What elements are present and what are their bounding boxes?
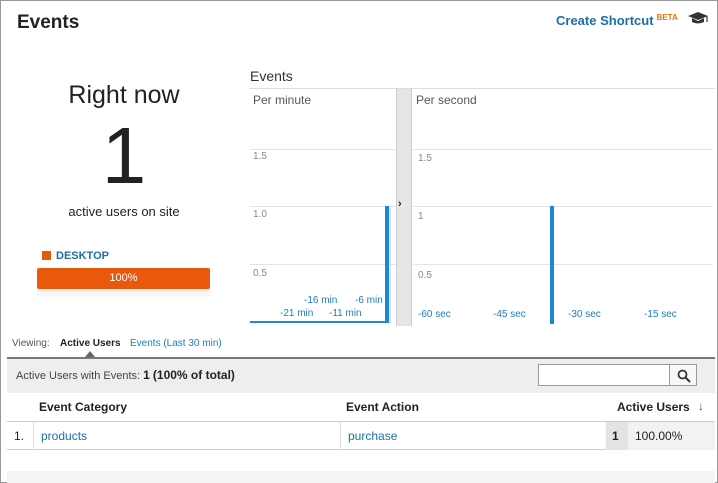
- per-minute-baseline: [250, 321, 386, 323]
- tab-events-last-30-min[interactable]: Events (Last 30 min): [130, 338, 222, 349]
- table-footer: [7, 471, 715, 483]
- summary-value: 1: [143, 368, 150, 382]
- search-icon: [677, 369, 691, 383]
- events-chart-area: [249, 88, 715, 326]
- right-now-title: Right now: [68, 81, 180, 109]
- event-category-link[interactable]: products: [41, 429, 87, 443]
- column-header-active-users[interactable]: Active Users: [617, 400, 690, 414]
- y-tick-label: 1: [418, 211, 424, 222]
- x-tick-label: -30 sec: [568, 309, 601, 320]
- gridline: [250, 206, 396, 207]
- per-minute-label: Per minute: [253, 93, 312, 107]
- y-tick-label: 1.5: [253, 151, 267, 162]
- search-button[interactable]: [669, 364, 697, 386]
- table-summary-bar: Active Users with Events: 1 (100% of tot…: [7, 357, 715, 393]
- chevron-right-icon[interactable]: ›: [398, 198, 402, 210]
- active-users-count: 1: [101, 111, 147, 200]
- x-tick-label: -11 min: [329, 308, 362, 319]
- device-bar-reflection: [37, 289, 210, 299]
- sort-descending-icon[interactable]: ↓: [698, 399, 704, 413]
- summary-label: Active Users with Events:: [16, 370, 141, 382]
- desktop-legend-swatch: [42, 251, 51, 260]
- summary-text: Active Users with Events: 1 (100% of tot…: [16, 368, 235, 382]
- cell-divider: [33, 422, 34, 450]
- cell-divider: [340, 422, 341, 450]
- x-tick-label: -6 min: [355, 295, 383, 306]
- event-action-link[interactable]: purchase: [348, 429, 397, 443]
- column-header-event-category[interactable]: Event Category: [39, 400, 127, 414]
- create-shortcut-link[interactable]: Create Shortcut BETA: [556, 13, 678, 28]
- active-users-subtitle: active users on site: [68, 204, 180, 219]
- y-tick-label: 1.0: [253, 209, 267, 220]
- table-header: Event Category Event Action Active Users…: [7, 393, 715, 422]
- row-index: 1.: [14, 429, 25, 443]
- gridline: [413, 264, 713, 265]
- beta-badge: BETA: [656, 13, 678, 22]
- events-report: Events Create Shortcut BETA Right now 1 a…: [0, 0, 718, 483]
- x-tick-label: -45 sec: [493, 309, 526, 320]
- y-tick-label: 0.5: [418, 270, 432, 281]
- active-users-percent: 100.00%: [635, 429, 683, 443]
- gridline: [413, 206, 713, 207]
- y-tick-label: 0.5: [253, 268, 267, 279]
- events-chart-title: Events: [250, 68, 293, 84]
- gridline: [413, 149, 713, 150]
- summary-percent: (100% of total): [152, 368, 235, 382]
- gridline: [250, 264, 396, 265]
- table-row: 1. products purchase 1 100.00%: [7, 422, 715, 450]
- per-second-label: Per second: [416, 93, 477, 107]
- x-tick-label: -15 sec: [644, 309, 677, 320]
- table-search-input[interactable]: [538, 364, 670, 386]
- per-second-bar: [550, 206, 554, 324]
- active-users-cell: 1: [606, 422, 628, 450]
- per-minute-bar: [385, 206, 389, 323]
- gridline: [250, 149, 396, 150]
- create-shortcut-label[interactable]: Create Shortcut: [556, 13, 654, 28]
- active-users-value: 1: [612, 429, 619, 443]
- tab-active-users[interactable]: Active Users: [60, 338, 121, 349]
- page-title: Events: [17, 12, 80, 33]
- device-percent-bar: 100%: [37, 268, 210, 289]
- graduation-cap-icon[interactable]: [687, 10, 709, 28]
- active-users-percent-cell: 100.00%: [628, 422, 715, 450]
- viewing-label: Viewing:: [12, 338, 50, 349]
- x-tick-label: -60 sec: [418, 309, 451, 320]
- x-tick-label: -16 min: [304, 295, 338, 306]
- y-tick-label: 1.5: [418, 153, 432, 164]
- column-header-event-action[interactable]: Event Action: [346, 400, 419, 414]
- x-tick-label: -21 min: [280, 308, 314, 319]
- device-label: DESKTOP: [56, 250, 109, 262]
